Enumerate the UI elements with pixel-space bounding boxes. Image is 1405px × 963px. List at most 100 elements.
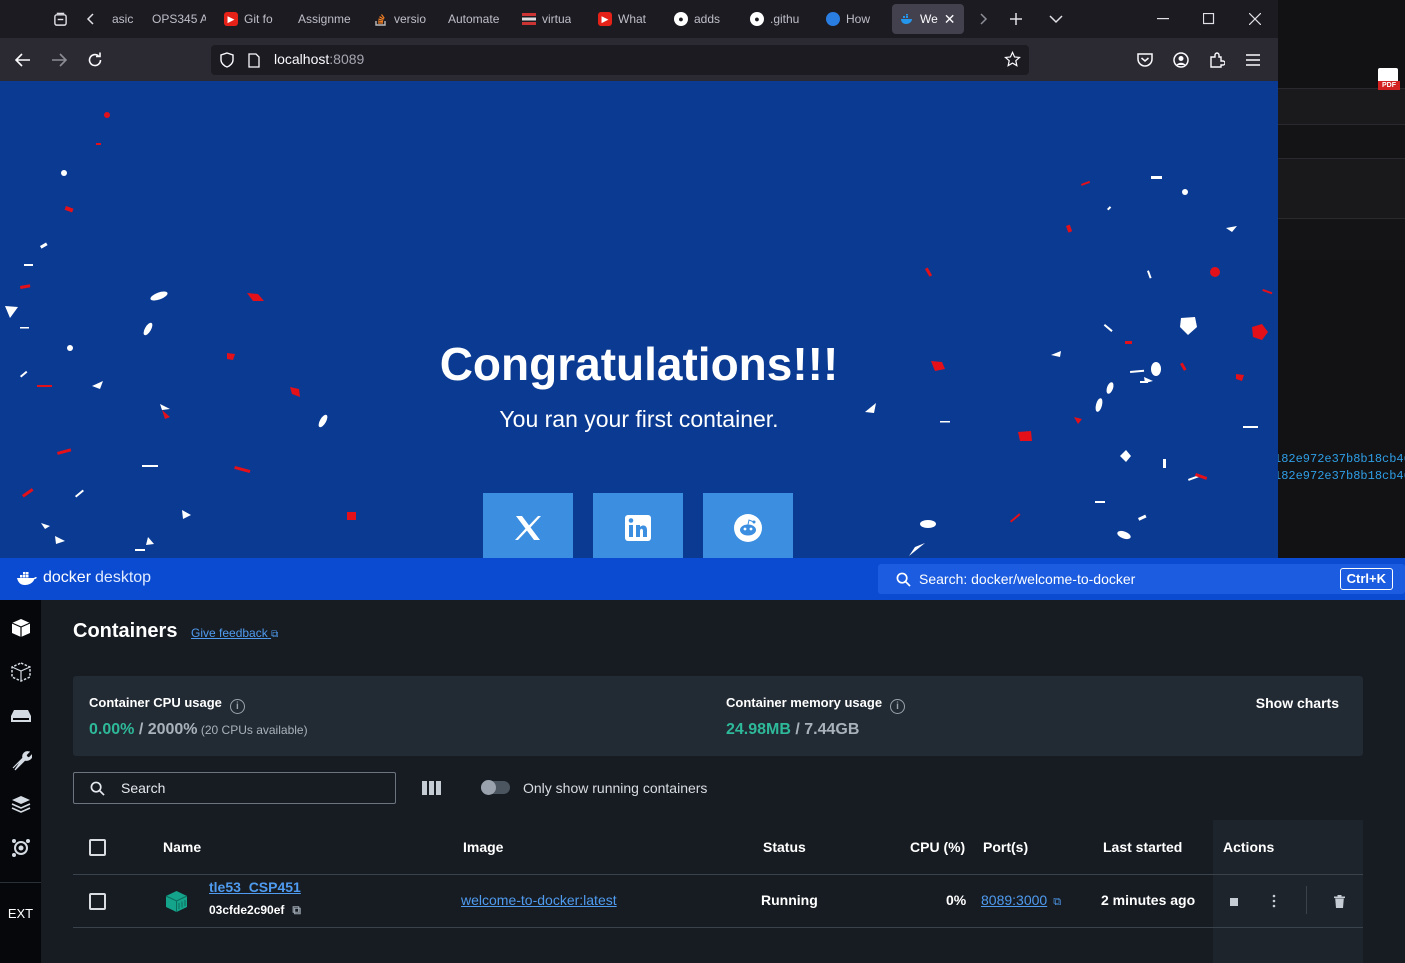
shield-icon[interactable]: [220, 52, 236, 68]
new-tab-icon[interactable]: [996, 0, 1036, 38]
browser-tab-bar: asic OPS345 A ▶ Git fo Assignme versio Au…: [0, 0, 1278, 38]
images-nav-icon[interactable]: [0, 657, 41, 687]
pdf-label: PDF: [1378, 81, 1400, 90]
scroll-tabs-left-icon[interactable]: [78, 0, 104, 38]
browser-tab[interactable]: asic: [104, 4, 144, 34]
usage-stats-panel: Container CPU usage i 0.00% / 2000% (20 C…: [73, 676, 1363, 756]
browser-tab[interactable]: How: [818, 4, 890, 34]
running-container-icon: [165, 891, 188, 912]
youtube-icon: ▶: [224, 12, 238, 26]
stop-icon[interactable]: [1230, 898, 1238, 906]
more-options-icon[interactable]: [1272, 894, 1276, 913]
github-icon: ●: [674, 12, 688, 26]
docker-brand-suffix: desktop: [95, 569, 152, 586]
containers-nav-icon[interactable]: [0, 613, 41, 643]
browser-tab[interactable]: ● adds: [666, 4, 742, 34]
actions-divider: [1306, 886, 1307, 914]
close-window-icon[interactable]: [1232, 0, 1278, 38]
tab-title: What: [618, 12, 647, 26]
show-charts-button[interactable]: Show charts: [1256, 695, 1339, 711]
browser-tab[interactable]: Assignme: [290, 4, 366, 34]
virtual-page-icon: [522, 12, 536, 26]
containers-view: Containers Give feedback ⧉ Container CPU…: [41, 600, 1405, 963]
browser-tab-active[interactable]: We ✕: [892, 4, 964, 34]
browser-tab[interactable]: ● .githu: [742, 4, 818, 34]
column-name[interactable]: Name: [163, 839, 201, 855]
scout-nav-icon[interactable]: [0, 833, 41, 863]
row-checkbox[interactable]: [89, 893, 106, 910]
port-link-wrap[interactable]: 8089:3000 ⧉: [981, 892, 1061, 909]
address-bar[interactable]: localhost:8089: [211, 45, 1029, 75]
memory-usage-label-text: Container memory usage: [726, 695, 883, 710]
close-tab-icon[interactable]: ✕: [944, 11, 956, 28]
pocket-icon[interactable]: [1127, 43, 1163, 77]
memory-usage-value: 24.98MB / 7.44GB: [726, 721, 859, 739]
learning-center-nav-icon[interactable]: [0, 789, 41, 819]
share-x-button[interactable]: [483, 493, 573, 558]
youtube-icon: ▶: [598, 12, 612, 26]
forward-icon[interactable]: [41, 43, 77, 77]
browser-tab[interactable]: ▶ Git fo: [216, 4, 290, 34]
browser-tab[interactable]: versio: [366, 4, 440, 34]
docker-header: docker desktop Search: docker/welcome-to-…: [0, 558, 1405, 600]
delete-icon[interactable]: [1334, 895, 1345, 913]
tab-title: Automate: [448, 12, 500, 26]
pdf-icon[interactable]: PDF: [1378, 68, 1400, 90]
column-ports[interactable]: Port(s): [983, 839, 1028, 855]
menu-icon[interactable]: [1235, 43, 1271, 77]
url-host: localhost: [274, 51, 330, 67]
tab-list-icon[interactable]: [42, 0, 78, 38]
image-link[interactable]: welcome-to-docker:latest: [461, 892, 617, 908]
extensions-icon[interactable]: [1199, 43, 1235, 77]
status-text: Running: [761, 892, 818, 908]
cpu-usage-value: 0.00% / 2000% (20 CPUs available): [89, 721, 308, 739]
docker-logo: docker desktop: [17, 569, 151, 587]
container-name-link[interactable]: tle53_CSP451: [209, 879, 301, 895]
cpu-usage-current: 0.00%: [89, 721, 135, 738]
share-linkedin-button[interactable]: [593, 493, 683, 558]
background-panel: [1278, 88, 1405, 124]
column-cpu[interactable]: CPU (%): [910, 839, 965, 855]
copy-icon[interactable]: ⧉: [292, 903, 301, 917]
welcome-page: Congratulations!!! You ran your first co…: [0, 81, 1278, 558]
account-icon[interactable]: [1163, 43, 1199, 77]
memory-usage-total: / 7.44GB: [790, 721, 860, 738]
browser-tab[interactable]: ▶ What: [590, 4, 666, 34]
linkedin-icon: [625, 515, 651, 541]
running-only-toggle[interactable]: [481, 780, 510, 795]
maximize-icon[interactable]: [1186, 0, 1232, 38]
browser-tab[interactable]: virtua: [514, 4, 590, 34]
page-info-icon[interactable]: [248, 52, 262, 68]
give-feedback-link[interactable]: Give feedback ⧉: [191, 626, 278, 640]
column-image[interactable]: Image: [463, 839, 503, 855]
columns-toggle-icon[interactable]: [422, 781, 441, 795]
dev-environments-nav-icon[interactable]: [0, 745, 41, 775]
info-icon[interactable]: i: [890, 699, 906, 714]
share-reddit-button[interactable]: [703, 493, 793, 558]
confetti-decoration: [5, 112, 1273, 556]
extensions-nav-label[interactable]: EXT: [0, 898, 41, 928]
column-status[interactable]: Status: [763, 839, 806, 855]
docker-brand: docker: [43, 569, 92, 586]
info-icon[interactable]: i: [229, 699, 245, 714]
port-link[interactable]: 8089:3000: [981, 892, 1047, 908]
cpu-usage-label: Container CPU usage i: [89, 695, 245, 714]
running-only-label: Only show running containers: [523, 780, 708, 796]
docker-global-search[interactable]: Search: docker/welcome-to-docker Ctrl+K: [878, 564, 1405, 594]
external-link-icon: ⧉: [1053, 896, 1062, 908]
minimize-icon[interactable]: [1140, 0, 1186, 38]
container-search-input[interactable]: Search: [73, 772, 396, 804]
x-icon: [515, 516, 541, 540]
docker-sidebar: EXT: [0, 600, 41, 963]
browser-tab[interactable]: OPS345 A: [144, 4, 216, 34]
list-all-tabs-icon[interactable]: [1036, 0, 1076, 38]
bookmark-star-icon[interactable]: [1004, 50, 1021, 73]
reload-icon[interactable]: [77, 43, 113, 77]
browser-tab[interactable]: Automate: [440, 4, 514, 34]
column-last-started[interactable]: Last started: [1103, 839, 1182, 855]
url-port: :8089: [329, 51, 365, 67]
back-icon[interactable]: [5, 43, 41, 77]
scroll-tabs-right-icon[interactable]: [970, 0, 996, 38]
select-all-checkbox[interactable]: [89, 839, 106, 856]
volumes-nav-icon[interactable]: [0, 701, 41, 731]
